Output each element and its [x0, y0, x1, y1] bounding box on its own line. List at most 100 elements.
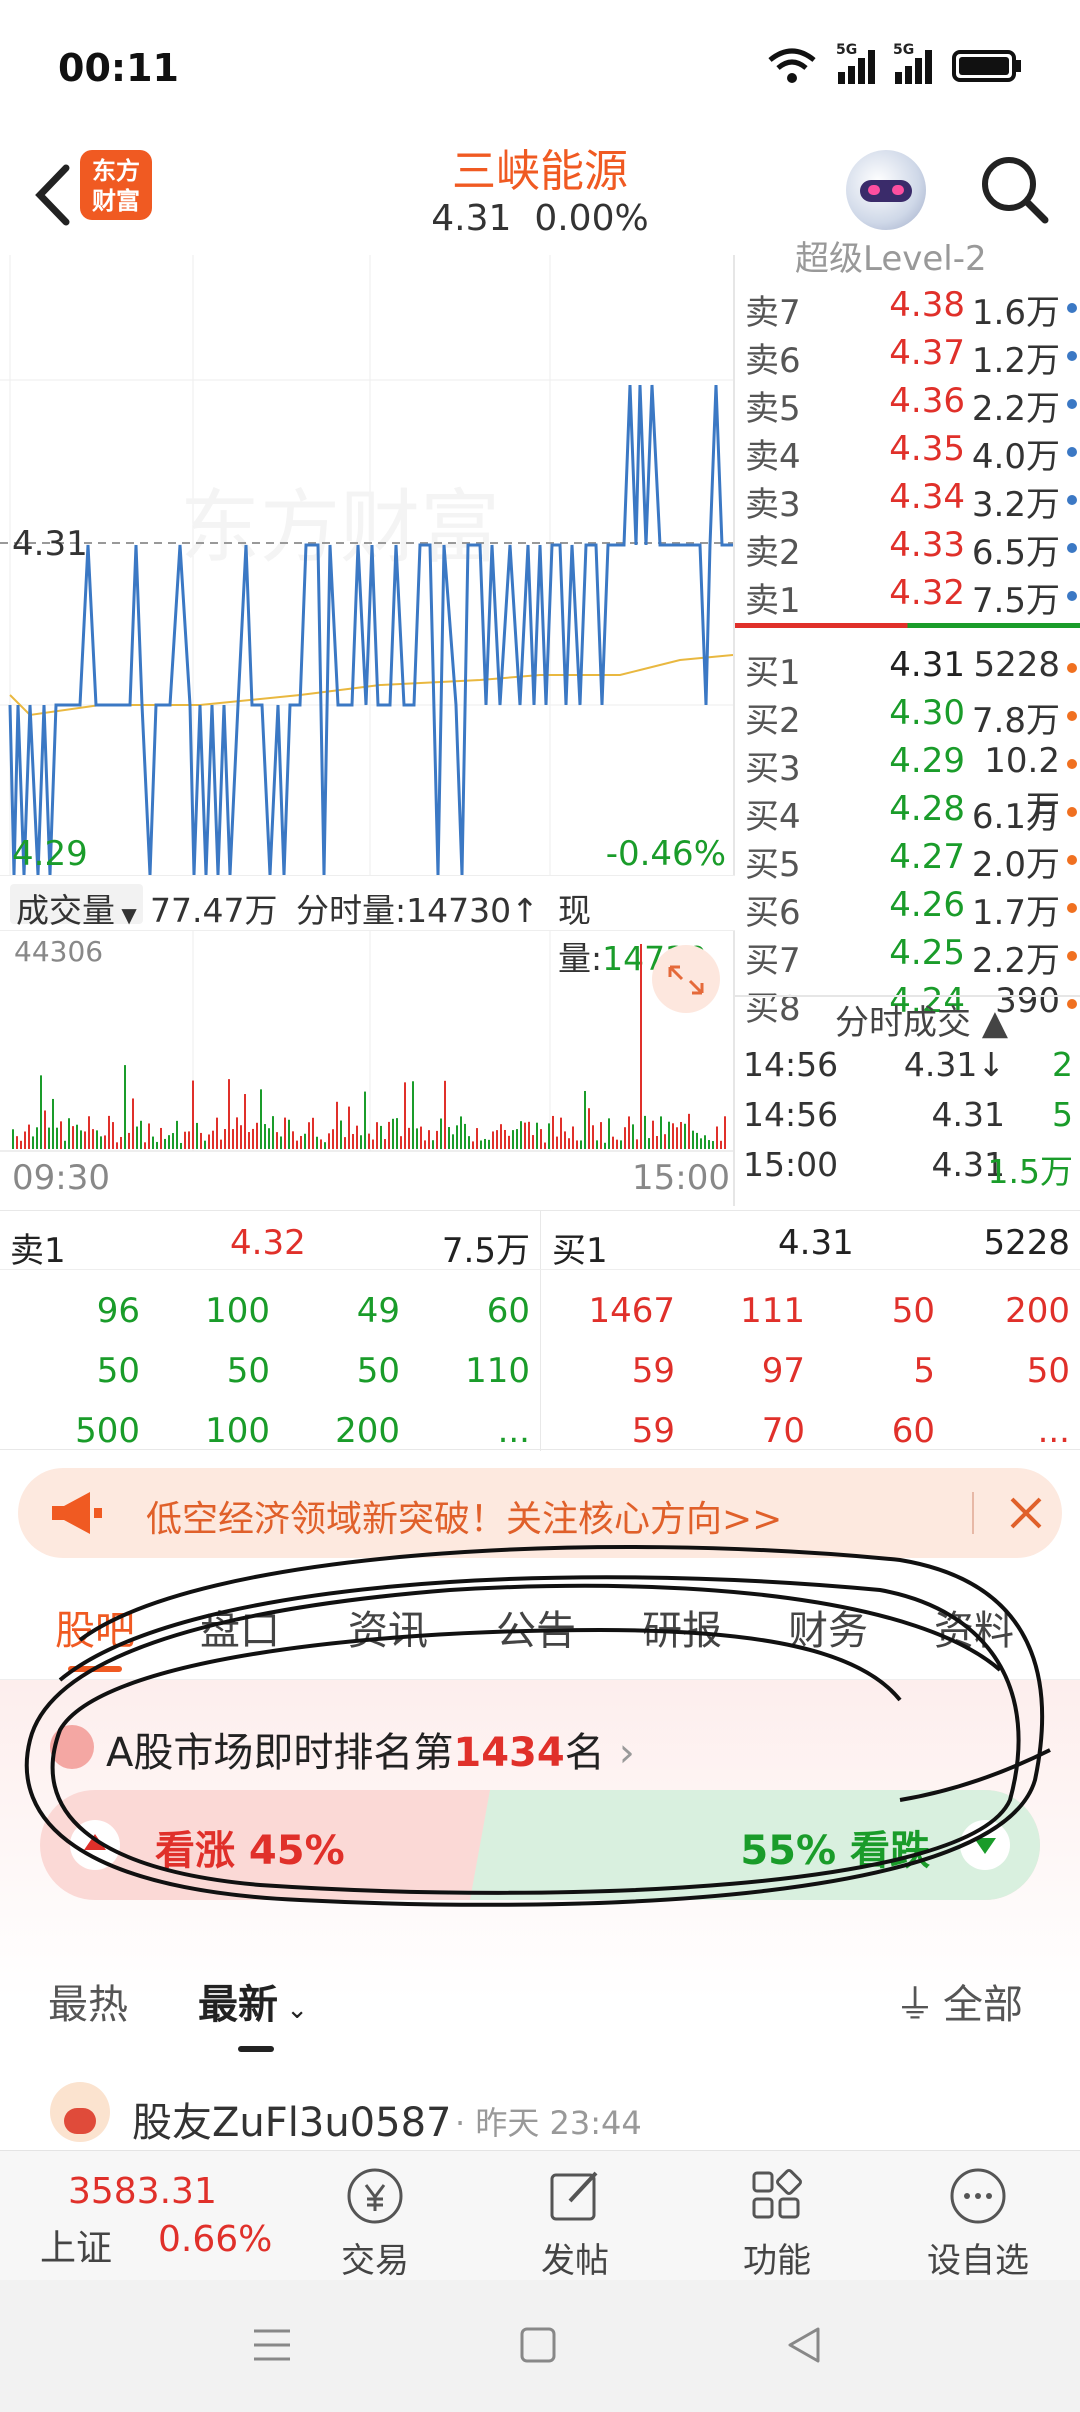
filter-button[interactable]: ⏚ 全部: [895, 1972, 1023, 2030]
start-time-label: 09:30: [12, 1158, 110, 1198]
tab-4[interactable]: 研报: [642, 1598, 722, 1656]
order-book[interactable]: 超级Level-2 卖7 4.38 1.6万 卖6 4.37 1.2万 卖5 4.36 2.2万…: [735, 239, 1080, 1029]
level-volume: 4.0万: [971, 437, 1060, 477]
level-price: 4.25: [889, 933, 965, 973]
level-volume: 1.2万: [971, 341, 1060, 381]
bid-row[interactable]: 买2 4.30 7.8万: [735, 693, 1080, 741]
vote-down-button[interactable]: [960, 1820, 1010, 1870]
volume-bar: [612, 1136, 614, 1149]
volume-bar: [544, 1142, 546, 1149]
volume-chart[interactable]: 44306 09:30 15:00: [0, 931, 735, 1206]
depth-sell-cell: 110: [465, 1351, 530, 1391]
volume-bar: [276, 1132, 278, 1149]
volume-bar: [532, 1135, 534, 1149]
bid-row[interactable]: 买5 4.27 2.0万: [735, 837, 1080, 885]
market-rank[interactable]: A股市场即时排名第1434名 ›: [106, 1720, 635, 1778]
post-item[interactable]: 股友ZuFl3u0587 · 昨天 23:44: [0, 2070, 1080, 2150]
sort-new[interactable]: 最新 ⌄: [198, 1972, 308, 2030]
ticks-title[interactable]: 分时成交 ▲: [835, 995, 1008, 1044]
search-icon[interactable]: [975, 150, 1055, 230]
index-change[interactable]: 0.66%: [158, 2219, 272, 2260]
promo-banner[interactable]: 低空经济领域新突破！关注核心方向>>: [18, 1468, 1062, 1558]
vote-up-label[interactable]: 看涨 45%: [155, 1818, 345, 1876]
volume-bar: [516, 1129, 518, 1149]
dot-icon: [1067, 999, 1077, 1009]
volume-bar: [660, 1116, 662, 1149]
ask-row[interactable]: 卖7 4.38 1.6万: [735, 285, 1080, 333]
volume-bar: [724, 1116, 726, 1149]
vote-down-label[interactable]: 55% 看跌: [740, 1818, 930, 1876]
tick-volume: 1.5万: [987, 1152, 1073, 1191]
tick-row[interactable]: 15:00 4.31 1.5万: [735, 1145, 1080, 1195]
depth-buy-price: 4.31: [778, 1223, 854, 1263]
bid-row[interactable]: 买1 4.31 5228: [735, 645, 1080, 693]
depth-panel: 卖1 4.32 7.5万 买1 4.31 5228 96 100 49 60 50 50 5…: [0, 1210, 1080, 1451]
volume-bar: [416, 1128, 418, 1149]
volume-bar: [564, 1131, 566, 1149]
tick-row[interactable]: 14:56 4.31 5: [735, 1095, 1080, 1145]
level-label: 卖1: [745, 581, 801, 621]
price-line: [8, 384, 733, 875]
sort-hot[interactable]: 最热: [48, 1972, 128, 2030]
tab-1[interactable]: 盘口: [200, 1598, 280, 1656]
dot-icon: [1067, 399, 1077, 409]
volume-bar: [496, 1130, 498, 1149]
vote-up-button[interactable]: [70, 1820, 120, 1870]
tab-6[interactable]: 资料: [934, 1598, 1014, 1656]
ask-row[interactable]: 卖5 4.36 2.2万: [735, 381, 1080, 429]
banner-text[interactable]: 低空经济领域新突破！关注核心方向>>: [146, 1490, 782, 1542]
post-user[interactable]: 股友ZuFl3u0587: [132, 2090, 451, 2148]
level2-title[interactable]: 超级Level-2: [795, 231, 987, 280]
volume-bar: [124, 1065, 126, 1149]
volume-bar: [32, 1136, 34, 1149]
post-time: · 昨天 23:44: [455, 2104, 642, 2142]
volume-bar: [676, 1127, 678, 1149]
ask-row[interactable]: 卖4 4.35 4.0万: [735, 429, 1080, 477]
volume-bar: [368, 1133, 370, 1149]
volume-bar: [584, 1090, 586, 1149]
volume-bar: [404, 1082, 406, 1149]
tab-5[interactable]: 财务: [788, 1598, 868, 1656]
ask-row[interactable]: 卖6 4.37 1.2万: [735, 333, 1080, 381]
depth-buy-cell: 1467: [588, 1291, 675, 1331]
ask-row[interactable]: 卖3 4.34 3.2万: [735, 477, 1080, 525]
bid-row[interactable]: 买7 4.25 2.2万: [735, 933, 1080, 981]
user-avatar[interactable]: [50, 2082, 110, 2142]
volume-bar: [428, 1130, 430, 1149]
volume-bar: [352, 1134, 354, 1149]
volume-bar: [280, 1136, 282, 1149]
volume-selector[interactable]: 成交量 ▼: [10, 884, 143, 930]
level-price: 4.27: [889, 837, 965, 877]
tab-2[interactable]: 资讯: [348, 1598, 428, 1656]
volume-bar: [348, 1106, 350, 1149]
ask-row[interactable]: 卖1 4.32 7.5万: [735, 573, 1080, 621]
index-name[interactable]: 上证: [40, 2219, 112, 2271]
volume-bar: [28, 1124, 30, 1149]
robot-avatar-icon[interactable]: [846, 150, 926, 230]
depth-buy-cell: 70: [761, 1411, 805, 1451]
dot-icon: [1067, 495, 1077, 505]
depth-sell-cell: 49: [356, 1291, 400, 1331]
bid-row[interactable]: 买3 4.29 10.2万: [735, 741, 1080, 829]
tab-0[interactable]: 股吧: [55, 1598, 135, 1656]
volume-bar: [460, 1116, 462, 1149]
expand-icon[interactable]: [652, 945, 720, 1013]
depth-sell-cell: 500: [75, 1411, 140, 1451]
intraday-price-chart[interactable]: 东方财富 4.31 4.29 -0.46%: [0, 255, 735, 875]
back-nav-icon[interactable]: [784, 2325, 824, 2365]
bid-row[interactable]: 买4 4.28 6.1万: [735, 789, 1080, 837]
volume-bar: [600, 1122, 602, 1149]
dot-icon: [1067, 903, 1077, 913]
bid-row[interactable]: 买6 4.26 1.7万: [735, 885, 1080, 933]
depth-sell-cell: 100: [205, 1291, 270, 1331]
volume-bar: [12, 1129, 14, 1149]
home-icon[interactable]: [518, 2325, 558, 2365]
close-icon[interactable]: [1006, 1493, 1046, 1533]
dot-icon: [1067, 711, 1077, 721]
volume-bar: [444, 1080, 446, 1149]
menu-icon[interactable]: [250, 2325, 294, 2365]
index-value[interactable]: 3583.31: [68, 2171, 217, 2212]
tab-3[interactable]: 公告: [496, 1598, 576, 1656]
tick-row[interactable]: 14:56 4.31↓ 2: [735, 1045, 1080, 1095]
ask-row[interactable]: 卖2 4.33 6.5万: [735, 525, 1080, 573]
